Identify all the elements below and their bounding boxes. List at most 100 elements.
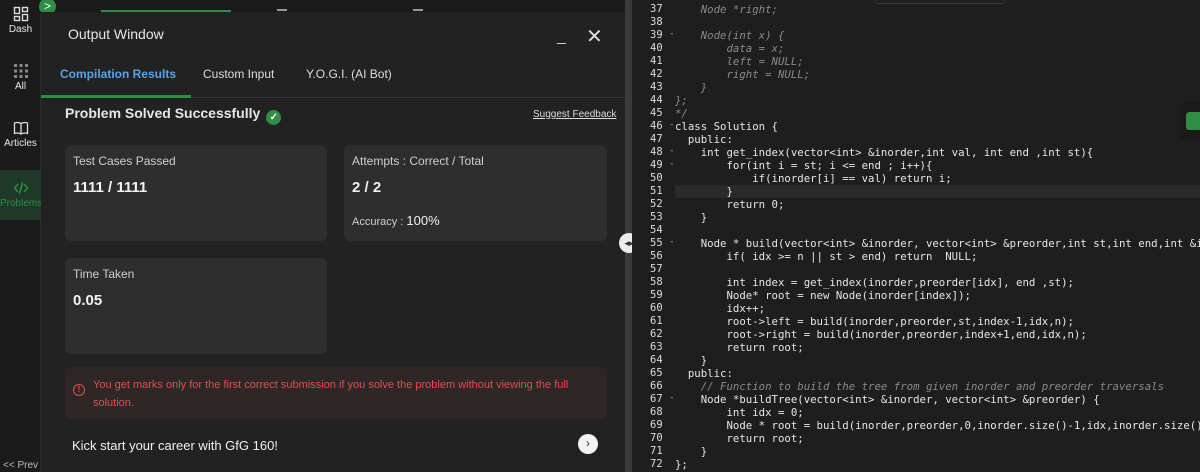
fold-toggle-icon[interactable]: - <box>669 159 674 169</box>
code-line[interactable]: } <box>675 445 707 458</box>
nav-label-articles: Articles <box>4 138 37 149</box>
status-text: Problem Solved Successfully <box>65 105 261 121</box>
suggest-feedback-link[interactable]: Suggest Feedback <box>533 109 616 120</box>
check-circle-icon: ✓ <box>266 110 282 125</box>
code-line[interactable]: right = NULL; <box>675 68 810 81</box>
line-number: 47 <box>650 133 663 145</box>
kick-start-text: Kick start your career with GfG 160! <box>72 438 278 453</box>
fold-toggle-icon[interactable]: - <box>669 237 674 247</box>
line-number: 66 <box>650 380 663 392</box>
line-number: 59 <box>650 289 663 301</box>
fold-toggle-icon[interactable]: - <box>669 146 674 156</box>
line-number: 53 <box>650 211 663 223</box>
kick-start-arrow-button[interactable]: › <box>578 434 598 454</box>
code-line[interactable]: Node * build(vector<int> &inorder, vecto… <box>675 237 1200 250</box>
output-header: Output Window _ ✕ <box>41 12 625 58</box>
code-line[interactable]: } <box>675 81 707 94</box>
time-taken-value: 0.05 <box>73 292 103 309</box>
code-line[interactable]: Node* root = new Node(inorder[index]); <box>675 289 971 302</box>
nav-item-dash[interactable]: Dash <box>0 6 41 35</box>
code-line[interactable]: root->right = build(inorder,preorder,ind… <box>675 328 1086 341</box>
code-line[interactable]: public: <box>675 367 733 380</box>
code-icon <box>13 182 28 194</box>
test-cases-card: Test Cases Passed 1111 / 1111 <box>65 145 327 241</box>
code-editor[interactable]: 37 38 39-40 41 42 43 44 45 46-47 48-49-50 51 52 53 54… <box>632 0 1200 472</box>
nav-item-articles[interactable]: Articles <box>0 120 41 149</box>
fold-toggle-icon[interactable]: - <box>669 29 674 39</box>
prev-button[interactable]: << Prev <box>0 460 38 471</box>
line-number: 41 <box>650 55 663 67</box>
nav-label-problems: Problems <box>0 198 43 209</box>
line-number: 52 <box>650 198 663 210</box>
line-number: 69 <box>650 419 663 431</box>
code-line[interactable]: int index = get_index(inorder,preorder[i… <box>675 276 1073 289</box>
code-line[interactable]: root->left = build(inorder,preorder,st,i… <box>675 315 1073 328</box>
line-number: 65 <box>650 367 663 379</box>
line-number: 45 <box>650 107 663 119</box>
nav-item-problems[interactable]: Problems <box>0 170 43 220</box>
code-line[interactable]: class Solution { <box>675 120 778 133</box>
code-line[interactable]: // Function to build the tree from given… <box>675 380 1164 393</box>
line-number: 38 <box>650 16 663 28</box>
code-line[interactable]: Node *buildTree(vector<int> &inorder, ve… <box>675 393 1100 406</box>
line-number: 50 <box>650 172 663 184</box>
tab-custom-input[interactable]: Custom Input <box>203 67 274 81</box>
code-line[interactable]: }; <box>675 94 688 107</box>
nav-label-all: All <box>14 81 27 92</box>
code-line[interactable]: public: <box>675 133 733 146</box>
line-number: 44 <box>650 94 663 106</box>
line-number: 40 <box>650 42 663 54</box>
code-line[interactable]: Node *right; <box>675 3 778 16</box>
close-button[interactable]: ✕ <box>586 24 603 49</box>
copy-icon[interactable] <box>1186 112 1200 130</box>
code-line[interactable]: idx++; <box>675 302 765 315</box>
time-taken-label: Time Taken <box>73 267 135 281</box>
code-line[interactable]: left = NULL; <box>675 55 803 68</box>
top-tab-strip <box>41 0 625 12</box>
test-cases-label: Test Cases Passed <box>73 154 176 168</box>
fold-toggle-icon[interactable]: - <box>669 120 674 130</box>
line-number: 62 <box>650 328 663 340</box>
fold-toggle-icon[interactable]: - <box>669 393 674 403</box>
code-area[interactable]: Node *right; Node(int x) { data = x; lef… <box>675 0 1200 472</box>
line-number: 58 <box>650 276 663 288</box>
code-line[interactable]: } <box>675 185 1200 198</box>
tab-compilation-results[interactable]: Compilation Results <box>60 67 176 81</box>
chevron-right-icon: › <box>586 436 590 450</box>
code-line[interactable]: */ <box>675 107 688 120</box>
code-line[interactable]: return 0; <box>675 198 784 211</box>
line-number: 61 <box>650 315 663 327</box>
warning-text: You get marks only for the first correct… <box>93 379 569 409</box>
editor-top-tab <box>875 0 1005 4</box>
code-line[interactable]: } <box>675 354 707 367</box>
code-line[interactable]: Node * root = build(inorder,preorder,0,i… <box>675 419 1200 432</box>
accuracy: Accuracy : 100% <box>352 213 440 228</box>
line-number-gutter: 37 38 39-40 41 42 43 44 45 46-47 48-49-50 51 52 53 54… <box>632 0 674 472</box>
code-line[interactable]: }; <box>675 458 688 471</box>
code-line[interactable]: int idx = 0; <box>675 406 803 419</box>
tab-yogi-ai-bot[interactable]: Y.O.G.I. (AI Bot) <box>306 67 392 81</box>
code-line[interactable]: for(int i = st; i <= end ; i++){ <box>675 159 932 172</box>
line-number: 63 <box>650 341 663 353</box>
code-line[interactable]: data = x; <box>675 42 784 55</box>
attempts-label: Attempts : Correct / Total <box>352 154 484 168</box>
code-line[interactable]: if( idx >= n || st > end) return NULL; <box>675 250 977 263</box>
line-number: 70 <box>650 432 663 444</box>
code-line[interactable]: int get_index(vector<int> &inorder,int v… <box>675 146 1094 159</box>
line-number: 71 <box>650 445 663 457</box>
dashboard-icon <box>13 6 28 22</box>
line-number: 54 <box>650 224 663 236</box>
code-line[interactable]: Node(int x) { <box>675 29 785 42</box>
line-number: 68 <box>650 406 663 418</box>
code-line[interactable]: } <box>675 211 707 224</box>
time-taken-card: Time Taken 0.05 <box>65 258 327 354</box>
nav-item-all[interactable]: All <box>0 63 41 92</box>
status-heading: Problem Solved Successfully ✓ <box>65 105 282 125</box>
accuracy-value: 100% <box>406 213 440 228</box>
nav-label-dash: Dash <box>8 24 33 35</box>
code-line[interactable]: return root; <box>675 341 803 354</box>
warning-banner: ! You get marks only for the first corre… <box>65 367 607 419</box>
code-line[interactable]: return root; <box>675 432 803 445</box>
minimize-button[interactable]: _ <box>557 28 566 46</box>
code-line[interactable]: if(inorder[i] == val) return i; <box>675 172 951 185</box>
